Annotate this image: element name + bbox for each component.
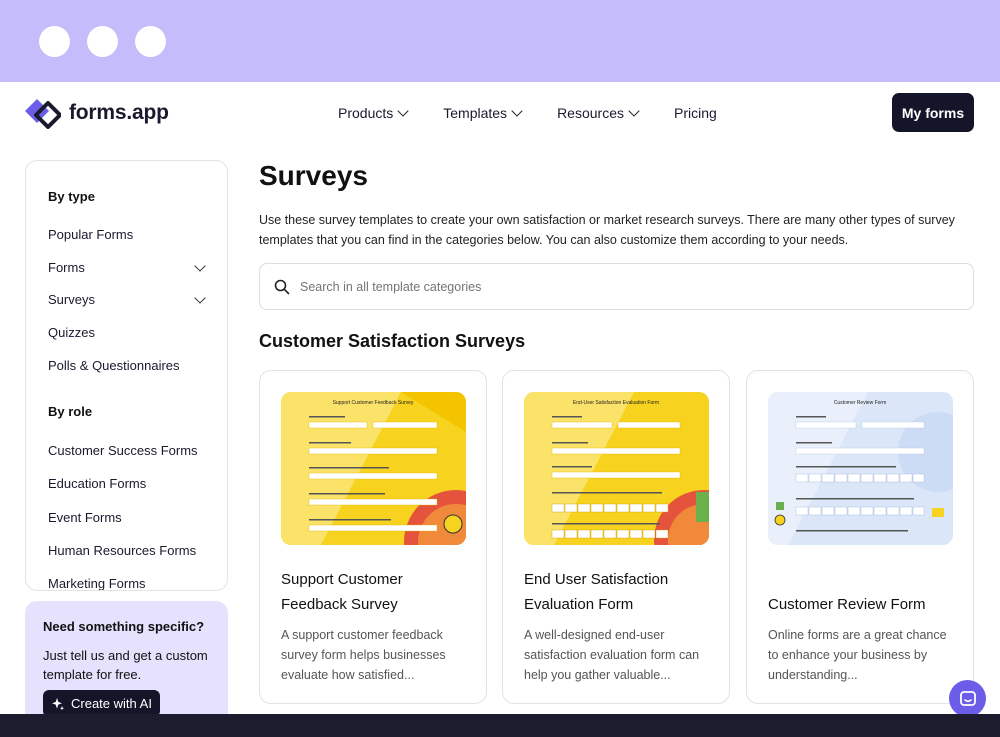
main-nav: Products Templates Resources Pricing: [338, 105, 753, 121]
chevron-down-icon[interactable]: [194, 291, 206, 304]
chat-icon: [959, 690, 976, 706]
sidebar-item-label: Marketing Forms: [48, 576, 146, 591]
template-thumbnail[interactable]: End-User Satisfaction Evaluation Form: [524, 392, 709, 545]
sparkle-icon: [52, 697, 64, 710]
thumb-title: Customer Review Form: [834, 400, 887, 406]
section-title: Customer Satisfaction Surveys: [259, 331, 526, 351]
sidebar-item-label: Popular Forms: [48, 227, 134, 242]
thumb-title: Support Customer Feedback Survey: [333, 400, 414, 406]
sidebar-item-education[interactable]: Education Forms: [48, 476, 208, 491]
nav-pricing-label: Pricing: [673, 105, 717, 121]
sidebar-item-forms[interactable]: Forms: [48, 259, 208, 275]
card-title[interactable]: Customer Review Form: [768, 592, 958, 617]
card-description: Online forms are a great chance to enhan…: [768, 628, 947, 682]
sidebar-item-human-resources[interactable]: Human Resources Forms: [48, 543, 208, 558]
promo-title: Need something specific?: [43, 619, 205, 634]
category-sidebar: By type Popular Forms Forms Surveys Quiz…: [25, 160, 228, 591]
sidebar-heading-by-role: By role: [48, 404, 93, 419]
promo-text: Just tell us and get a custom template f…: [43, 648, 208, 682]
sidebar-item-quizzes[interactable]: Quizzes: [48, 325, 208, 340]
template-thumbnail[interactable]: Customer Review Form: [768, 392, 953, 545]
sidebar-item-surveys[interactable]: Surveys: [48, 291, 208, 307]
sidebar-item-event[interactable]: Event Forms: [48, 510, 208, 525]
form-preview-image: Customer Review Form: [768, 392, 953, 545]
sidebar-item-label: Quizzes: [48, 325, 95, 340]
template-card[interactable]: Customer Review Form Customer Review For…: [746, 370, 974, 704]
logo[interactable]: forms.app: [24, 97, 169, 129]
create-with-ai-label: Create with AI: [71, 696, 152, 711]
sidebar-item-label: Surveys: [48, 292, 95, 307]
form-preview-image: End-User Satisfaction Evaluation Form: [524, 392, 709, 545]
sidebar-item-customer-success[interactable]: Customer Success Forms: [48, 443, 208, 458]
my-forms-button[interactable]: My forms: [892, 93, 974, 132]
nav-products[interactable]: Products: [338, 105, 409, 121]
sidebar-heading-by-type: By type: [48, 189, 95, 204]
card-description: A well-designed end-user satisfaction ev…: [524, 628, 700, 682]
thumb-title: End-User Satisfaction Evaluation Form: [573, 400, 659, 406]
page-window: forms.app Products Templates Resources P…: [0, 82, 1000, 714]
window-bottom-bar: [0, 714, 1000, 737]
template-search[interactable]: [259, 263, 974, 310]
sidebar-item-label: Human Resources Forms: [48, 543, 197, 558]
card-title[interactable]: End User Satisfaction Evaluation Form: [524, 567, 714, 617]
sidebar-item-marketing[interactable]: Marketing Forms: [48, 576, 208, 591]
template-card[interactable]: Support Customer Feedback Survey Support…: [259, 370, 487, 704]
chat-widget-button[interactable]: [949, 680, 986, 714]
form-preview-image: Support Customer Feedback Survey: [281, 392, 466, 545]
custom-template-promo: Need something specific? Just tell us an…: [25, 601, 228, 714]
window-titlebar: [0, 0, 1000, 82]
nav-pricing[interactable]: Pricing: [674, 105, 717, 121]
card-title[interactable]: Support Customer Feedback Survey: [281, 567, 471, 617]
template-thumbnail[interactable]: Support Customer Feedback Survey: [281, 392, 466, 545]
sidebar-item-label: Forms: [48, 260, 85, 275]
nav-templates-label: Templates: [443, 105, 508, 121]
chevron-down-icon: [511, 105, 523, 117]
chevron-down-icon[interactable]: [194, 259, 206, 272]
nav-products-label: Products: [338, 105, 394, 121]
search-input[interactable]: [300, 279, 900, 294]
sidebar-item-popular-forms[interactable]: Popular Forms: [48, 227, 208, 242]
sidebar-item-polls[interactable]: Polls & Questionnaires: [48, 358, 208, 373]
nav-resources[interactable]: Resources: [557, 105, 640, 121]
window-dot-3: [135, 26, 166, 57]
sidebar-item-label: Education Forms: [48, 476, 147, 491]
page-title: Surveys: [259, 160, 368, 191]
nav-templates[interactable]: Templates: [443, 105, 523, 121]
template-card[interactable]: End-User Satisfaction Evaluation Form En…: [502, 370, 730, 704]
search-icon: [274, 279, 290, 294]
chevron-down-icon: [397, 105, 409, 117]
forms-app-logo-icon: [25, 99, 61, 129]
page-description: Use these survey templates to create you…: [259, 213, 955, 247]
window-dot-1: [39, 26, 70, 57]
sidebar-item-label: Event Forms: [48, 510, 122, 525]
sidebar-item-label: Customer Success Forms: [48, 443, 198, 458]
chevron-down-icon: [628, 105, 640, 117]
nav-resources-label: Resources: [557, 105, 624, 121]
card-description: A support customer feedback survey form …: [281, 628, 446, 682]
window-dot-2: [87, 26, 118, 57]
sidebar-item-label: Polls & Questionnaires: [48, 358, 180, 373]
logo-text: forms.app: [69, 101, 169, 124]
create-with-ai-button[interactable]: Create with AI: [43, 690, 160, 714]
